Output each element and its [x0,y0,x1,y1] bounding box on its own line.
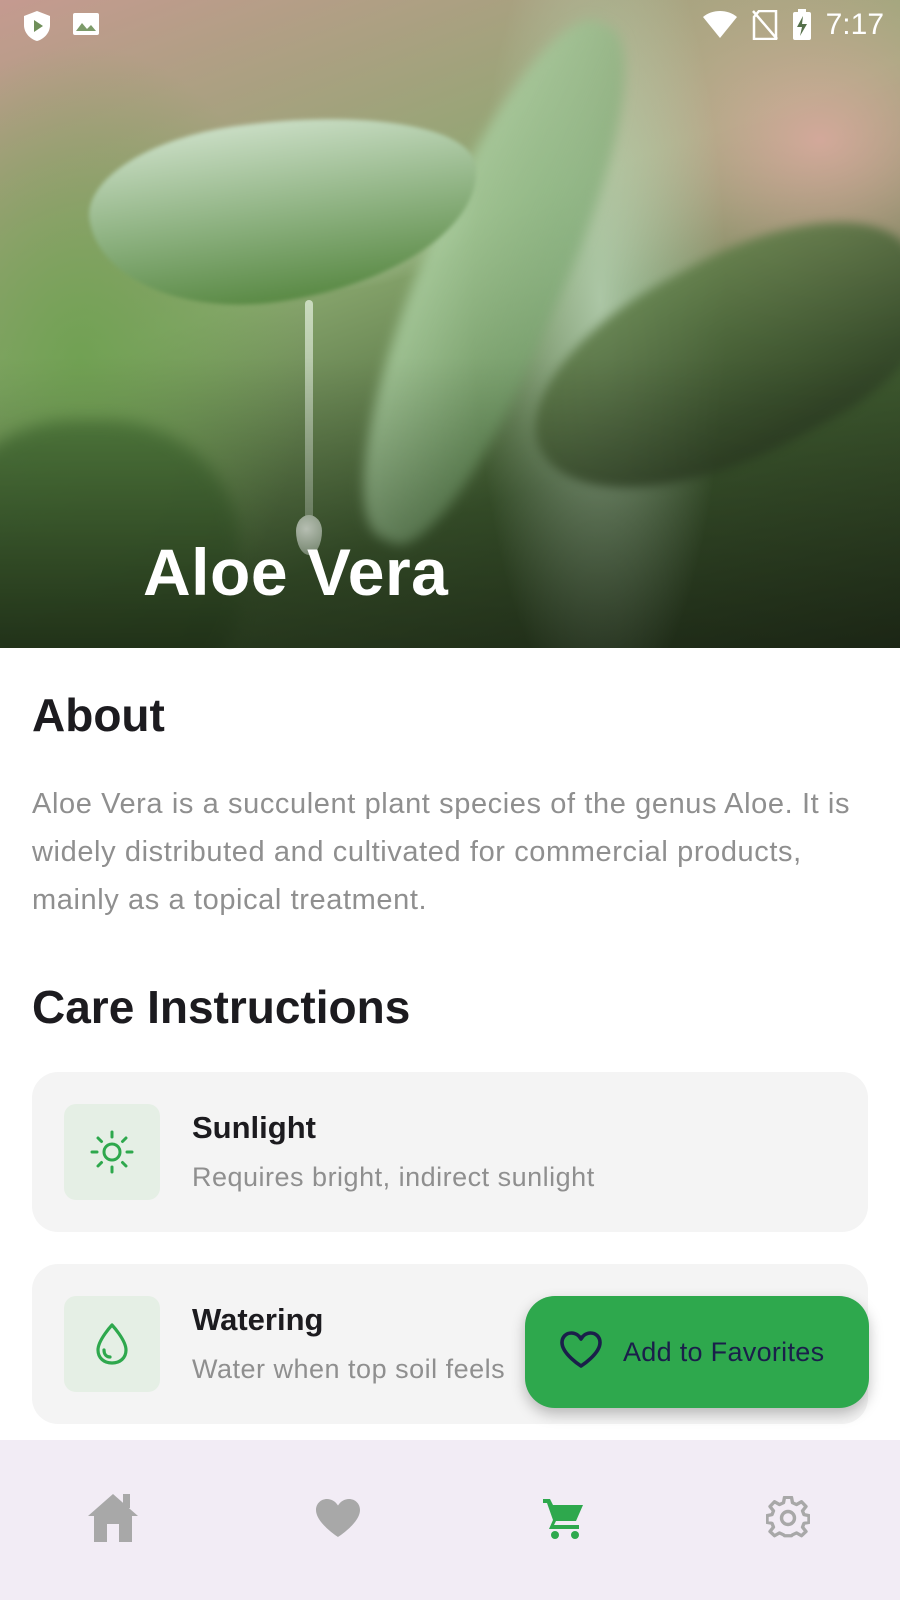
no-sim-icon [751,10,778,40]
status-time: 7:17 [825,8,884,41]
battery-charging-icon [792,9,812,41]
heart-icon [314,1497,362,1544]
care-description: Water when top soil feels [192,1354,506,1384]
cart-icon [541,1496,585,1545]
image-icon [72,10,100,42]
about-text: Aloe Vera is a succulent plant species o… [32,788,851,916]
care-description: Requires bright, indirect sunlight [192,1162,595,1192]
sun-icon [64,1104,160,1200]
gear-icon [764,1495,811,1545]
about-heading: About [32,689,165,741]
nav-home[interactable] [53,1460,173,1580]
bottom-navigation [0,1440,900,1600]
fab-label: Add to Favorites [623,1336,825,1367]
water-drop-icon [64,1296,160,1392]
nav-favorites[interactable] [278,1460,398,1580]
home-icon [86,1492,140,1549]
heart-outline-icon [559,1330,603,1375]
nav-settings[interactable] [728,1460,848,1580]
shield-play-icon [22,10,52,42]
wifi-icon [702,11,738,39]
plant-title: Aloe Vera [143,535,449,609]
hero-image: Aloe Vera [0,0,900,648]
care-card-sunlight: Sunlight Requires bright, indirect sunli… [32,1072,868,1232]
nav-cart[interactable] [503,1460,623,1580]
status-bar: 7:17 [0,0,900,48]
care-title: Sunlight [192,1110,316,1145]
care-heading: Care Instructions [32,981,411,1033]
add-to-favorites-button[interactable]: Add to Favorites [525,1296,869,1408]
hero-gradient-overlay [0,0,900,648]
care-title: Watering [192,1302,324,1337]
